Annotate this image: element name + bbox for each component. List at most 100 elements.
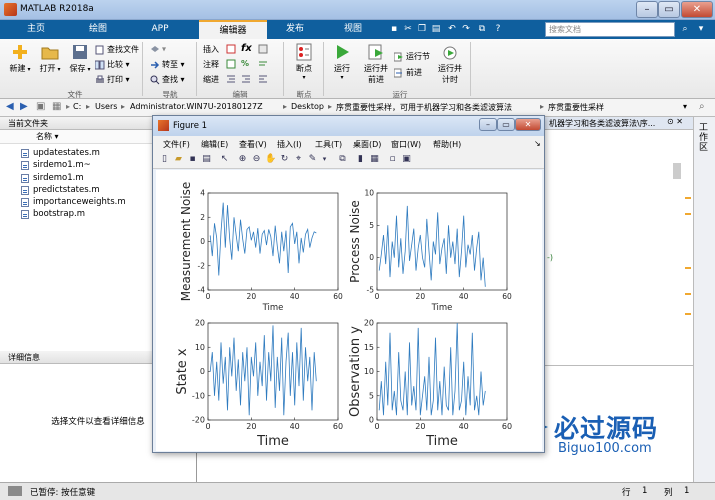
indent-button[interactable]: 缩进: [203, 74, 219, 85]
path-segment[interactable]: 序贯重要性采样，可用于机器学习和各类滤波算法: [336, 102, 512, 113]
search-path-icon[interactable]: ⌕: [699, 101, 705, 112]
rotate-3d-icon[interactable]: ↻: [279, 154, 290, 165]
figure-window[interactable]: Figure 1 – ▭ ✕ 文件(F) 编辑(E) 查看(V) 插入(I) 工…: [152, 115, 545, 453]
percent-comment-icon[interactable]: %: [241, 59, 249, 68]
save-quick-icon[interactable]: ▪: [388, 23, 400, 35]
insert-colorbar-icon[interactable]: ▮: [355, 154, 366, 165]
menu-view[interactable]: 查看(V): [239, 139, 267, 150]
brush-dropdown-icon[interactable]: ▾: [319, 154, 330, 165]
save-button[interactable]: 保存 ▾: [65, 43, 95, 74]
back-icon[interactable]: ◀: [6, 101, 14, 112]
code-analyzer-marker[interactable]: [685, 213, 691, 215]
brush-icon[interactable]: ✎: [307, 154, 318, 165]
outdent-icon[interactable]: [258, 74, 270, 84]
menu-insert[interactable]: 插入(I): [277, 139, 302, 150]
maximize-button[interactable]: ▭: [658, 1, 680, 18]
menu-overflow-icon[interactable]: ↘: [534, 139, 541, 148]
copy-quick-icon[interactable]: ❐: [416, 23, 428, 35]
menu-help[interactable]: 帮助(H): [433, 139, 461, 150]
code-analyzer-marker[interactable]: [685, 293, 691, 295]
subplot-grid[interactable]: 0 20 40 60-4-2024TimeMeasurement Noise 0 20 40…: [156, 170, 542, 451]
run-button[interactable]: 运行 ▾: [327, 43, 357, 81]
data-cursor-icon[interactable]: ⌖: [293, 154, 304, 165]
edit-plot-arrow-icon[interactable]: ↖: [219, 154, 230, 165]
print-figure-icon[interactable]: ▤: [201, 154, 212, 165]
menu-desktop[interactable]: 桌面(D): [353, 139, 381, 150]
breakpoints-button[interactable]: 断点 ▾: [288, 43, 320, 81]
insert-function-button[interactable]: fx: [241, 43, 252, 54]
smart-indent-icon[interactable]: [226, 74, 238, 84]
path-segment[interactable]: Users: [95, 102, 117, 111]
editor-scrollbar[interactable]: [673, 163, 681, 179]
tab-plots[interactable]: 绘图: [70, 20, 126, 39]
comment-button[interactable]: 注释: [203, 59, 219, 70]
minimize-button[interactable]: –: [636, 1, 658, 18]
path-segment[interactable]: C:: [73, 102, 81, 111]
tab-view[interactable]: 视图: [328, 20, 378, 39]
path-segment[interactable]: Administrator.WIN7U-20180127Z: [130, 102, 263, 111]
insert-button[interactable]: 插入: [203, 44, 219, 55]
code-analyzer-marker[interactable]: [685, 267, 691, 269]
link-plot-icon[interactable]: ⧉: [337, 154, 348, 165]
insert-section-icon[interactable]: [226, 44, 238, 54]
search-icon[interactable]: ⌕: [679, 23, 691, 35]
advance-button[interactable]: 前进: [394, 67, 422, 78]
new-button[interactable]: 新建 ▾: [5, 43, 35, 74]
zoom-in-icon[interactable]: ⊕: [237, 154, 248, 165]
path-segment[interactable]: 序贯重要性采样: [548, 102, 604, 113]
comment-icon[interactable]: [226, 59, 238, 69]
tab-home[interactable]: 主页: [8, 20, 64, 39]
wrap-comment-icon[interactable]: [258, 59, 270, 69]
figure-close-button[interactable]: ✕: [515, 118, 541, 131]
forward-icon[interactable]: ▶: [20, 101, 28, 112]
browse-folder-icon[interactable]: ▦: [52, 101, 61, 112]
tab-editor[interactable]: 编辑器: [199, 20, 267, 39]
zoom-out-icon[interactable]: ⊖: [251, 154, 262, 165]
figure-canvas[interactable]: 0 20 40 60 -4 -2 0 2 4 Time Measurement Noise 0 20 40…: [156, 170, 542, 451]
insert-legend-icon[interactable]: ▦: [369, 154, 380, 165]
expand-toolstrip-icon[interactable]: ▾: [695, 23, 707, 35]
path-dropdown-icon[interactable]: ▾: [683, 102, 687, 111]
switch-windows-icon[interactable]: ⧉: [476, 23, 488, 35]
paste-quick-icon[interactable]: ▤: [430, 23, 442, 35]
hide-plot-tools-icon[interactable]: ▫: [387, 154, 398, 165]
save-figure-icon[interactable]: ▪: [187, 154, 198, 165]
indent-icon[interactable]: [241, 74, 253, 84]
menu-tools[interactable]: 工具(T): [315, 139, 342, 150]
menu-edit[interactable]: 编辑(E): [201, 139, 228, 150]
run-and-advance-button[interactable]: 运行并 前进: [360, 43, 392, 85]
folder-up-icon[interactable]: ▣: [36, 101, 45, 112]
figure-maximize-button[interactable]: ▭: [497, 118, 515, 131]
run-and-time-button[interactable]: 运行并 计时: [434, 43, 466, 85]
menu-file[interactable]: 文件(F): [163, 139, 190, 150]
open-file-icon[interactable]: ▰: [173, 154, 184, 165]
redo-quick-icon[interactable]: ↷: [460, 23, 472, 35]
print-button[interactable]: 打印 ▾: [95, 74, 130, 85]
nav-back-forward[interactable]: ▾: [150, 44, 166, 54]
editor-panel-controls-icon[interactable]: ⊙ ✕: [667, 117, 683, 126]
editor-tab-title[interactable]: 机器学习和各类滤波算法\序...: [549, 118, 655, 129]
help-quick-icon[interactable]: ?: [492, 23, 504, 35]
find-button[interactable]: 查找 ▾: [150, 74, 185, 85]
pan-hand-icon[interactable]: ✋: [265, 154, 276, 165]
cut-quick-icon[interactable]: ✂: [402, 23, 414, 35]
menu-window[interactable]: 窗口(W): [391, 139, 421, 150]
goto-button[interactable]: 转至 ▾: [150, 59, 185, 70]
insert-dropdown-icon[interactable]: [258, 44, 270, 54]
show-plot-tools-icon[interactable]: ▣: [401, 154, 412, 165]
open-button[interactable]: 打开 ▾: [35, 43, 65, 74]
undo-quick-icon[interactable]: ↶: [446, 23, 458, 35]
figure-minimize-button[interactable]: –: [479, 118, 497, 131]
compare-button[interactable]: 比较 ▾: [95, 59, 130, 70]
close-button[interactable]: ✕: [681, 1, 713, 18]
tab-apps[interactable]: APP: [132, 20, 188, 39]
find-files-button[interactable]: 查找文件: [95, 44, 139, 55]
workspace-label[interactable]: 工作区: [699, 123, 711, 153]
code-analyzer-marker[interactable]: [685, 197, 691, 199]
new-figure-icon[interactable]: ▯: [159, 154, 170, 165]
search-docs-input[interactable]: 搜索文档: [545, 22, 675, 37]
code-analyzer-marker[interactable]: [685, 313, 691, 315]
path-segment[interactable]: Desktop: [291, 102, 324, 111]
figure-title-bar[interactable]: Figure 1 – ▭ ✕: [153, 116, 544, 136]
tab-publish[interactable]: 发布: [270, 20, 320, 39]
